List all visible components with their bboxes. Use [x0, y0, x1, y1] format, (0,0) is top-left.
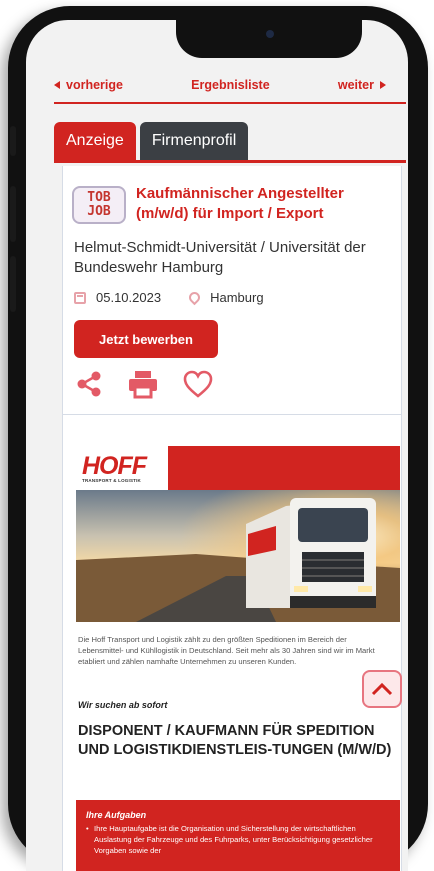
- ad-seek-text: Wir suchen ab sofort: [78, 700, 168, 710]
- arrow-left-icon: [54, 81, 60, 89]
- job-meta: 05.10.2023 Hamburg: [74, 289, 264, 306]
- camera-icon: [266, 30, 274, 38]
- logo-line-1: TOB: [87, 190, 111, 205]
- tobjob-logo: TOB JOB: [72, 186, 126, 224]
- card-separator: [62, 414, 402, 415]
- previous-label: vorherige: [66, 78, 123, 92]
- ad-intro-text: Die Hoff Transport und Logistik zählt zu…: [78, 635, 375, 666]
- location-pin-icon: [186, 289, 203, 306]
- arrow-right-icon: [379, 81, 386, 89]
- phone-volume-up-button: [10, 186, 16, 242]
- tab-bar: Anzeige Firmenprofil: [54, 122, 249, 160]
- result-navigation: vorherige Ergebnisliste weiter: [26, 70, 396, 100]
- ad-headline: DISPONENT / KAUFMANN FÜR SPEDITION UND L…: [78, 723, 392, 758]
- calendar-icon: [74, 291, 86, 304]
- truck-photo: [76, 490, 400, 622]
- previous-link[interactable]: vorherige: [54, 78, 123, 92]
- phone-mute-button: [10, 126, 16, 156]
- chevron-up-icon: [371, 682, 393, 696]
- scroll-to-top-button[interactable]: [362, 670, 402, 708]
- tasks-section: Ihre Aufgaben Ihre Hauptaufgabe ist die …: [76, 800, 400, 871]
- phone-volume-down-button: [10, 256, 16, 312]
- action-icons: [74, 368, 214, 400]
- logo-line-2: JOB: [87, 204, 111, 219]
- hoff-brand-sub: TRANSPORT & LOGISTIK: [82, 477, 141, 483]
- tab-anzeige[interactable]: Anzeige: [54, 122, 136, 160]
- company-name: Helmut-Schmidt-Universität / Universität…: [74, 239, 366, 276]
- share-icon[interactable]: [74, 369, 104, 399]
- hoff-logo: HOFF TRANSPORT & LOGISTIK: [76, 446, 168, 490]
- printer-icon[interactable]: [126, 368, 160, 400]
- job-location: Hamburg: [210, 290, 264, 305]
- next-label: weiter: [337, 78, 374, 92]
- nav-divider: [54, 102, 406, 104]
- result-list-link[interactable]: Ergebnisliste: [191, 78, 270, 92]
- tasks-text: Ihre Hauptaufgabe ist die Organisation u…: [86, 823, 390, 856]
- heart-icon[interactable]: [182, 369, 214, 399]
- result-list-label: Ergebnisliste: [191, 78, 270, 92]
- tasks-title: Ihre Aufgaben: [86, 810, 147, 820]
- tab-firmenprofil[interactable]: Firmenprofil: [139, 122, 249, 160]
- tab-underline: [54, 160, 406, 163]
- job-title: Kaufmännischer Angestellter (m/w/d) für …: [136, 185, 344, 222]
- next-link[interactable]: weiter: [338, 78, 386, 92]
- apply-button[interactable]: Jetzt bewerben: [74, 320, 218, 358]
- hoff-brand: HOFF: [82, 451, 147, 480]
- job-date: 05.10.2023: [96, 290, 162, 305]
